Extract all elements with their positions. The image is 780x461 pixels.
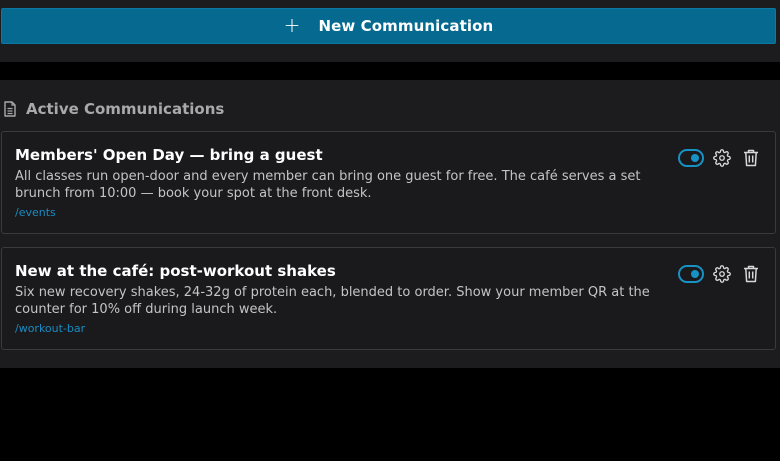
gear-icon[interactable] <box>712 148 732 168</box>
card-actions <box>678 148 761 168</box>
communication-body: Six new recovery shakes, 24-32g of prote… <box>15 285 650 317</box>
communications-panel: Active Communications Members' Open Day … <box>0 80 780 368</box>
enabled-toggle[interactable] <box>678 149 704 167</box>
communication-body: All classes run open-door and every memb… <box>15 169 641 201</box>
top-panel: + New Communication <box>0 0 780 62</box>
communication-link[interactable]: /workout-bar <box>15 322 85 335</box>
card-actions <box>678 264 761 284</box>
gear-icon[interactable] <box>712 264 732 284</box>
communication-title: Members' Open Day — bring a guest <box>15 146 323 164</box>
new-communication-button[interactable]: + New Communication <box>1 8 776 44</box>
plus-icon: + <box>283 13 301 37</box>
section-header: Active Communications <box>3 99 224 119</box>
toggle-knob <box>691 154 699 162</box>
communication-card: New at the café: post-workout shakes Six… <box>1 247 776 350</box>
communication-title: New at the café: post-workout shakes <box>15 262 336 280</box>
section-title: Active Communications <box>26 100 225 118</box>
enabled-toggle[interactable] <box>678 265 704 283</box>
communication-card: Members' Open Day — bring a guest All cl… <box>1 131 776 234</box>
document-icon <box>3 101 17 117</box>
toggle-knob <box>691 270 699 278</box>
communication-link[interactable]: /events <box>15 206 56 219</box>
new-communication-label: New Communication <box>318 17 494 35</box>
trash-icon[interactable] <box>741 148 761 168</box>
trash-icon[interactable] <box>741 264 761 284</box>
